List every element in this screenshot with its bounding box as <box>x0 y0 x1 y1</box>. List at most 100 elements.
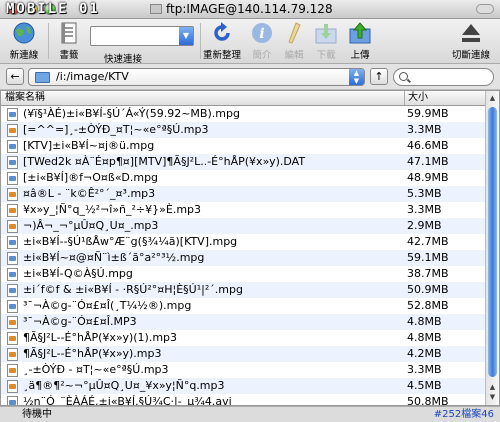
window-title: ftp:IMAGE@140.114.79.128 <box>150 0 380 19</box>
file-size: 2.9MB <box>407 219 442 232</box>
file-size: 50.8MB <box>407 395 449 406</box>
bookmarks-label: 書籤 <box>59 50 79 61</box>
file-size: 48.9MB <box>407 171 449 184</box>
upload-icon <box>349 22 371 44</box>
vertical-scrollbar[interactable]: ▲ ▲ ▼ <box>485 91 499 405</box>
download-button[interactable]: 下載 <box>312 21 340 61</box>
file-name: ±i«B¥Í--§Ú¹ßÅw°Æ¨g(§¾¼ã)[KTV].mpg <box>23 235 238 248</box>
quick-connect-label: 快速連接 <box>104 54 143 65</box>
download-label: 下載 <box>316 50 336 61</box>
file-list[interactable]: 檔案名稱 大小 (¥ï§¹ÀÉ)±i«B¥Í-§Ú´Á«Ý(59.92~MB).… <box>0 90 500 406</box>
upload-label: 上傳 <box>350 50 370 61</box>
video-file-icon <box>7 268 18 281</box>
file-size: 4.2MB <box>407 347 442 360</box>
updown-arrows-icon[interactable]: ▲ ▼ <box>349 69 364 85</box>
audio-file-icon <box>7 380 18 393</box>
toolbar: 新連線 書籤 ▼ 重新整理 i 簡介 編輯 下載 上傳 切斷連線 <box>0 19 500 64</box>
file-name: [±i«B¥Í]®f¬O¤ß«D.mpg <box>23 171 159 184</box>
file-row[interactable]: [±i«B¥Í]®f¬O¤ß«D.mpg 48.9MB <box>1 170 485 186</box>
new-connection-label: 新連線 <box>9 50 39 61</box>
file-name: ¶Ã§J²L--É°hÅP(¥x»y).mp3 <box>23 347 162 360</box>
file-row[interactable]: ¸-±ÒÝÐ - ¤T¦~«e°ª§Ú.mp3 3.3MB <box>1 362 485 378</box>
file-row[interactable]: [=^^=]¸-±ÒÝÐ_¤T¦~«e°ª§Ú.mp3 3.3MB <box>1 122 485 138</box>
audio-file-icon <box>7 188 18 201</box>
scroll-up-icon[interactable]: ▲ <box>488 94 497 103</box>
file-name: ¤â®L - ¨k©Ê²°´_¤³.mp3 <box>23 187 156 200</box>
file-count: #252檔案46 <box>433 409 494 420</box>
video-file-icon <box>7 284 18 297</box>
file-name: ¬)Â¬_¬°µÛ¤Q¸U¤_.mp3 <box>23 219 159 232</box>
file-size: 3.3MB <box>407 363 442 376</box>
info-button[interactable]: i 簡介 <box>248 21 276 61</box>
audio-file-icon <box>7 364 18 377</box>
edit-button[interactable]: 編輯 <box>280 21 308 61</box>
file-size: 5.3MB <box>407 187 442 200</box>
file-size: 3.3MB <box>407 123 442 136</box>
file-row[interactable]: ¥x»y_¦Ñ°q_½²¬î»ñ_²÷¥}»È.mp3 3.3MB <box>1 202 485 218</box>
video-file-icon <box>7 140 18 153</box>
file-size: 47.1MB <box>407 155 449 168</box>
info-label: 簡介 <box>252 50 272 61</box>
file-size: 4.8MB <box>407 315 442 328</box>
file-row[interactable]: ³¯¬À©g-¨Ó¤£¤Î(¸T¼½®).mpg 52.8MB <box>1 298 485 314</box>
edit-label: 編輯 <box>284 50 304 61</box>
file-name: ¸-±ÒÝÐ - ¤T¦~«e°ª§Ú.mp3 <box>23 363 169 376</box>
search-input[interactable] <box>393 68 494 86</box>
file-size: 3.3MB <box>407 203 442 216</box>
file-row[interactable]: ¶Ã§J²L--É°hÅP(¥x»y).mp3 4.2MB <box>1 346 485 362</box>
refresh-button[interactable]: 重新整理 <box>203 21 241 61</box>
file-name: ³¯¬À©g-¨Ó¤£¤Î.MP3 <box>23 315 137 328</box>
new-connection-button[interactable]: 新連線 <box>6 21 42 61</box>
file-row[interactable]: ±i«B¥Í-Q©À§Ú.mpg 38.7MB <box>1 266 485 282</box>
column-header-name[interactable]: 檔案名稱 <box>5 91 45 105</box>
file-row[interactable]: ¶Ã§J²L--É°hÅP(¥x»y)(1).mp3 4.8MB <box>1 330 485 346</box>
title-bar: MOBILE 01 ftp:IMAGE@140.114.79.128 <box>0 0 500 19</box>
video-file-icon <box>7 172 18 185</box>
info-icon: i <box>252 23 272 43</box>
upload-button[interactable]: 上傳 <box>345 21 375 61</box>
toolbar-toggle-button[interactable] <box>476 4 494 14</box>
scroll-up-icon[interactable]: ▲ <box>488 383 497 392</box>
file-row[interactable]: ¸ä¶®¶²~¬°µÛ¤Q¸U¤_¥x»y¦Ñ°q.mp3 4.5MB <box>1 378 485 394</box>
server-icon <box>150 4 162 14</box>
scroll-thumb[interactable] <box>488 107 497 377</box>
file-row[interactable]: ½n¨Ó¸¨ÈÀÁÉ.±i«B¥Í.§Ú¾Ç·|-_µ¾4.avi 50.8MB <box>1 394 485 406</box>
file-row[interactable]: ¬)Â¬_¬°µÛ¤Q¸U¤_.mp3 2.9MB <box>1 218 485 234</box>
column-header-size[interactable]: 大小 <box>404 91 428 105</box>
file-row[interactable]: ±i«B¥Í--§Ú¹ßÅw°Æ¨g(§¾¼ã)[KTV].mpg 42.7MB <box>1 234 485 250</box>
quick-connect-combobox[interactable]: ▼ <box>90 26 194 46</box>
audio-file-icon <box>7 204 18 217</box>
window-title-text: ftp:IMAGE@140.114.79.128 <box>166 2 333 16</box>
file-row[interactable]: ±i´f©f & ±i«B¥Í - ·R§Ú²°¤H¦È§Ú¹|²´.mpg 50… <box>1 282 485 298</box>
file-row[interactable]: ±i«B¥Í~¤@¤Ñ¨ì±ß´ã°a²°³½.mpg 59.1MB <box>1 250 485 266</box>
file-name: ¸ä¶®¶²~¬°µÛ¤Q¸U¤_¥x»y¦Ñ°q.mp3 <box>23 379 225 392</box>
file-row[interactable]: [KTV]±i«B¥Í~¤j®ü.mpg 46.6MB <box>1 138 485 154</box>
scroll-down-icon[interactable]: ▼ <box>488 393 497 402</box>
file-row[interactable]: ³¯¬À©g-¨Ó¤£¤Î.MP3 4.8MB <box>1 314 485 330</box>
disconnect-button[interactable]: 切斷連線 <box>446 21 496 61</box>
path-selector[interactable]: /i:/image/KTV ▲ ▼ <box>28 68 365 86</box>
path-text: /i:/image/KTV <box>56 70 129 83</box>
refresh-icon <box>214 22 230 41</box>
file-row[interactable]: (¥ï§¹ÀÉ)±i«B¥Í-§Ú´Á«Ý(59.92~MB).mpg 59.9M… <box>1 106 485 122</box>
bookmarks-button[interactable]: 書籤 <box>54 21 84 61</box>
back-button[interactable]: ← <box>6 68 24 85</box>
file-name: (¥ï§¹ÀÉ)±i«B¥Í-§Ú´Á«Ý(59.92~MB).mpg <box>23 107 240 120</box>
video-file-icon <box>7 236 18 249</box>
file-size: 59.9MB <box>407 107 449 120</box>
chevron-down-icon[interactable]: ▼ <box>179 27 193 45</box>
file-size: 52.8MB <box>407 299 449 312</box>
file-row[interactable]: [TWed2k ¤À¨É¤p¶¤][MTV]¶Ã§J²L..-É°hÅP(¥x»… <box>1 154 485 170</box>
video-file-icon <box>7 156 18 169</box>
file-name: ±i«B¥Í~¤@¤Ñ¨ì±ß´ã°a²°³½.mpg <box>23 251 205 264</box>
file-size: 4.8MB <box>407 331 442 344</box>
eject-icon <box>462 24 480 42</box>
toolbar-divider <box>48 23 49 59</box>
refresh-label: 重新整理 <box>203 50 242 61</box>
file-name: ¥x»y_¦Ñ°q_½²¬î»ñ_²÷¥}»È.mp3 <box>23 203 202 216</box>
file-row[interactable]: ¤â®L - ¨k©Ê²°´_¤³.mp3 5.3MB <box>1 186 485 202</box>
search-icon <box>399 72 408 81</box>
parent-directory-button[interactable]: ↑ <box>370 68 388 85</box>
audio-file-icon <box>7 124 18 137</box>
audio-file-icon <box>7 348 18 361</box>
